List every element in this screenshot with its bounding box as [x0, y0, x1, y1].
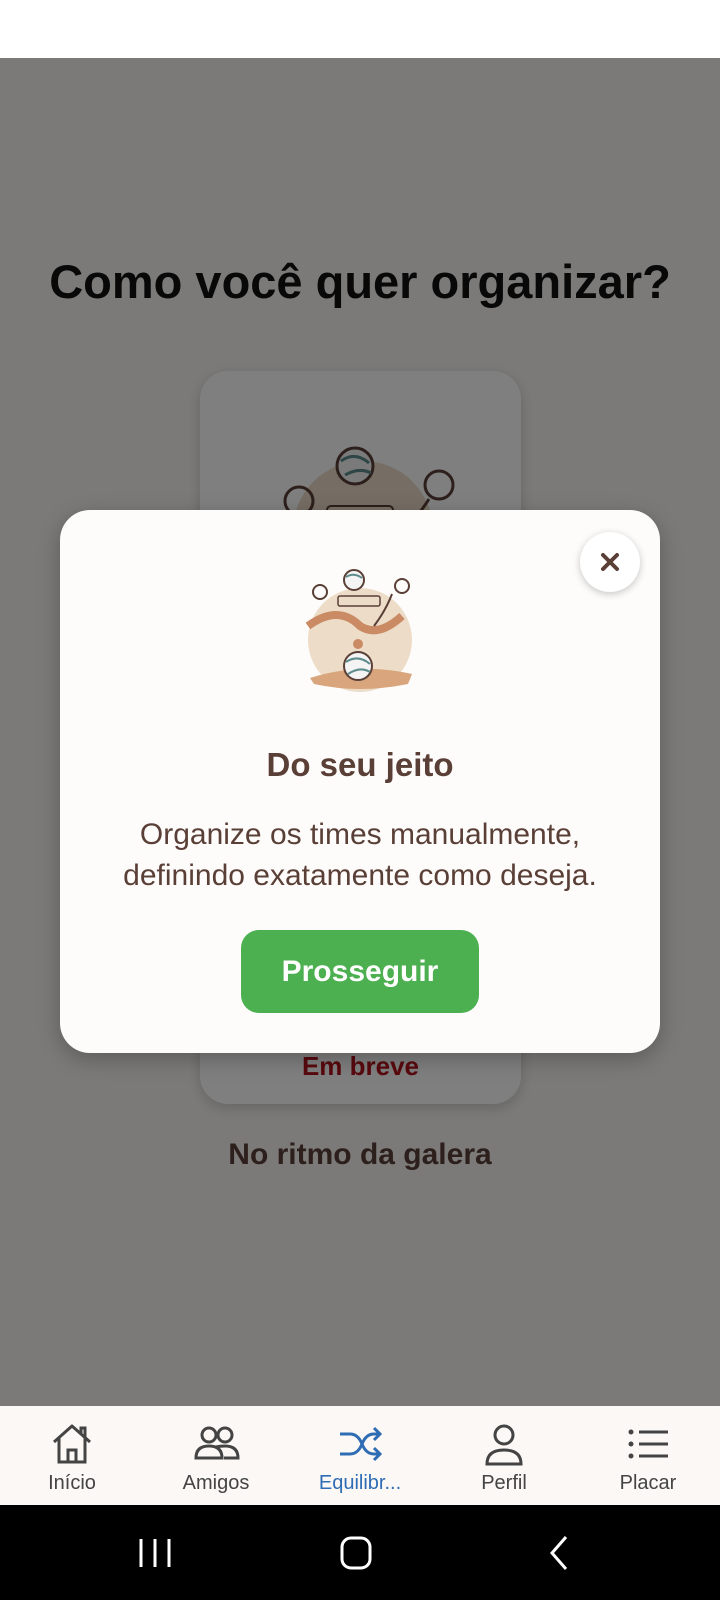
- home-button[interactable]: [316, 1525, 396, 1581]
- mode-info-dialog: Do seu jeito Organize os times manualmen…: [60, 510, 660, 1053]
- dialog-title: Do seu jeito: [266, 746, 454, 783]
- dialog-description: Organize os times manualmente, definindo…: [123, 818, 597, 892]
- volleyball-illustration: [305, 569, 412, 692]
- close-icon: [601, 553, 619, 571]
- proceed-button[interactable]: Prosseguir: [241, 930, 479, 1013]
- status-bar: [0, 0, 720, 58]
- back-button[interactable]: [520, 1525, 600, 1581]
- system-navigation-bar: [0, 1505, 720, 1600]
- home-icon: [53, 1424, 91, 1464]
- list-icon: [628, 1429, 668, 1459]
- tab-amigos[interactable]: Amigos: [144, 1406, 288, 1505]
- shuffle-icon: [340, 1426, 383, 1462]
- tab-label: Amigos: [182, 1472, 250, 1494]
- tab-inicio[interactable]: Início: [0, 1406, 144, 1505]
- tab-equilibrar[interactable]: Equilibr...: [288, 1406, 432, 1505]
- bottom-tab-bar: Início Amigos Equilibr... Perfil Placar: [0, 1406, 720, 1505]
- back-icon: [550, 1536, 568, 1570]
- profile-icon: [485, 1424, 523, 1466]
- tab-label: Início: [48, 1472, 96, 1494]
- recent-apps-icon: [139, 1539, 171, 1567]
- friends-icon: [194, 1426, 240, 1460]
- tab-perfil[interactable]: Perfil: [432, 1406, 576, 1505]
- tab-label: Placar: [619, 1472, 677, 1494]
- tab-label: Perfil: [481, 1472, 527, 1494]
- tab-label: Equilibr...: [318, 1472, 402, 1494]
- home-button-icon: [340, 1536, 372, 1570]
- tab-placar[interactable]: Placar: [576, 1406, 720, 1505]
- close-button[interactable]: [580, 532, 640, 592]
- recent-apps-button[interactable]: [115, 1525, 195, 1581]
